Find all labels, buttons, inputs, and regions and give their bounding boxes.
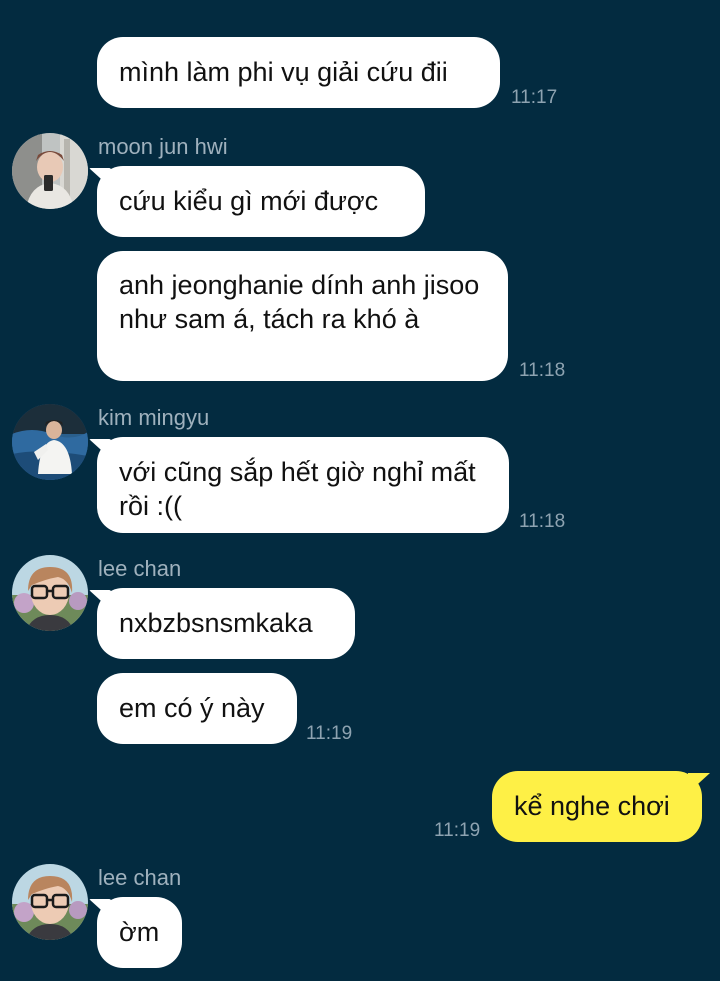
message-timestamp: 11:18 bbox=[519, 511, 566, 532]
message-timestamp: 11:18 bbox=[519, 360, 566, 381]
avatar-lee-chan[interactable] bbox=[12, 555, 88, 631]
message-bubble[interactable]: cứu kiểu gì mới được bbox=[97, 166, 425, 237]
message-bubble[interactable]: em có ý này bbox=[97, 673, 297, 744]
avatar-kim-mingyu[interactable] bbox=[12, 404, 88, 480]
avatar-lee-chan[interactable] bbox=[12, 864, 88, 940]
message-bubble[interactable]: anh jeonghanie dính anh jisoo như sam á,… bbox=[97, 251, 508, 381]
message-bubble[interactable]: ờm bbox=[97, 897, 182, 968]
message-timestamp: 11:19 bbox=[306, 723, 353, 744]
message-bubble[interactable]: với cũng sắp hết giờ nghỉ mất rồi :(( bbox=[97, 437, 509, 533]
message-timestamp: 11:19 bbox=[434, 820, 481, 841]
avatar-moon-jun-hwi[interactable] bbox=[12, 133, 88, 209]
message-bubble[interactable]: nxbzbsnsmkaka bbox=[97, 588, 355, 659]
outgoing-message-bubble[interactable]: kể nghe chơi bbox=[492, 771, 702, 842]
message-bubble[interactable]: mình làm phi vụ giải cứu đii bbox=[97, 37, 500, 108]
message-timestamp: 11:17 bbox=[511, 87, 558, 108]
sender-name: moon jun hwi bbox=[98, 134, 228, 159]
sender-name: lee chan bbox=[98, 865, 182, 890]
sender-name: kim mingyu bbox=[98, 405, 210, 430]
sender-name: lee chan bbox=[98, 556, 182, 581]
